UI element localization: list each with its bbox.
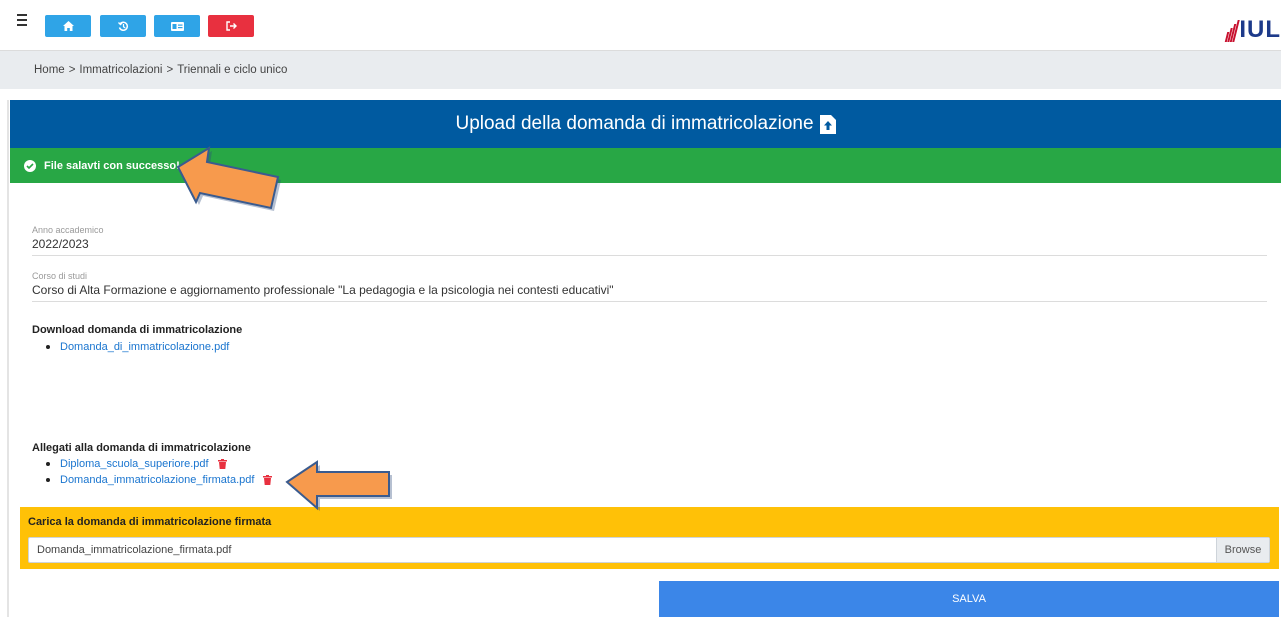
breadcrumb-separator: >	[68, 64, 76, 76]
logo-stripes-icon	[1225, 20, 1241, 42]
download-file-link[interactable]: Domanda_di_immatricolazione.pdf	[60, 339, 229, 355]
logout-icon	[225, 21, 237, 31]
browse-button[interactable]: Browse	[1216, 538, 1269, 562]
breadcrumb-bar: Home > Immatricolazioni > Triennali e ciclo …	[0, 51, 1281, 89]
check-circle-icon	[24, 159, 36, 172]
allegati-section-title: Allegati alla domanda di immatricolazion…	[32, 442, 251, 454]
hamburger-icon[interactable]	[17, 14, 29, 28]
selected-file-name: Domanda_immatricolazione_firmata.pdf	[37, 544, 232, 556]
allegato-file-link[interactable]: Diploma_scuola_superiore.pdf	[60, 456, 209, 472]
annotation-arrow-icon	[285, 460, 392, 511]
download-section-title: Download domanda di immatricolazione	[32, 324, 243, 336]
annotation-arrow-icon	[176, 146, 281, 211]
allegato-file-link[interactable]: Domanda_immatricolazione_firmata.pdf	[60, 472, 254, 488]
allegati-file-list: Diploma_scuola_superiore.pdf Domanda_imm…	[46, 456, 273, 488]
id-card-button[interactable]	[154, 15, 200, 37]
logo-text: IUL	[1239, 16, 1281, 43]
content-left-border	[7, 100, 9, 617]
list-item: Domanda_di_immatricolazione.pdf	[46, 339, 229, 355]
logout-button[interactable]	[208, 15, 254, 37]
anno-accademico-label: Anno accademico	[32, 225, 104, 235]
list-item: Domanda_immatricolazione_firmata.pdf	[46, 472, 273, 488]
upload-panel: Carica la domanda di immatricolazione fi…	[20, 507, 1279, 569]
home-icon	[62, 21, 74, 31]
breadcrumb: Home > Immatricolazioni > Triennali e ciclo …	[34, 64, 287, 76]
id-card-icon	[170, 21, 184, 31]
corso-di-studi-field: Corso di studi Corso di Alta Formazione …	[32, 271, 1267, 302]
trash-icon[interactable]	[217, 459, 227, 469]
corso-di-studi-value: Corso di Alta Formazione e aggiornamento…	[32, 283, 614, 297]
trash-icon[interactable]	[263, 475, 273, 485]
anno-accademico-field: Anno accademico 2022/2023	[32, 225, 1267, 256]
breadcrumb-home[interactable]: Home	[34, 64, 65, 76]
save-button[interactable]: SALVA	[659, 581, 1279, 617]
list-item: Diploma_scuola_superiore.pdf	[46, 456, 272, 472]
home-button[interactable]	[45, 15, 91, 37]
anno-accademico-value: 2022/2023	[32, 237, 89, 251]
breadcrumb-immatricolazioni[interactable]: Immatricolazioni	[79, 64, 162, 76]
file-upload-input[interactable]: Domanda_immatricolazione_firmata.pdf Bro…	[28, 537, 1270, 563]
download-file-list: Domanda_di_immatricolazione.pdf	[46, 339, 229, 355]
file-upload-icon	[819, 114, 836, 134]
history-icon	[117, 21, 128, 31]
success-message: File salavti con successo!	[44, 159, 180, 172]
iul-logo[interactable]: IUL	[1225, 12, 1281, 43]
breadcrumb-current: Triennali e ciclo unico	[177, 64, 288, 76]
top-navbar: IUL	[0, 0, 1281, 51]
history-button[interactable]	[100, 15, 146, 37]
page-title: Upload della domanda di immatricolazione	[455, 113, 814, 134]
breadcrumb-separator: >	[166, 64, 174, 76]
upload-panel-title: Carica la domanda di immatricolazione fi…	[28, 516, 272, 528]
corso-di-studi-label: Corso di studi	[32, 271, 88, 281]
